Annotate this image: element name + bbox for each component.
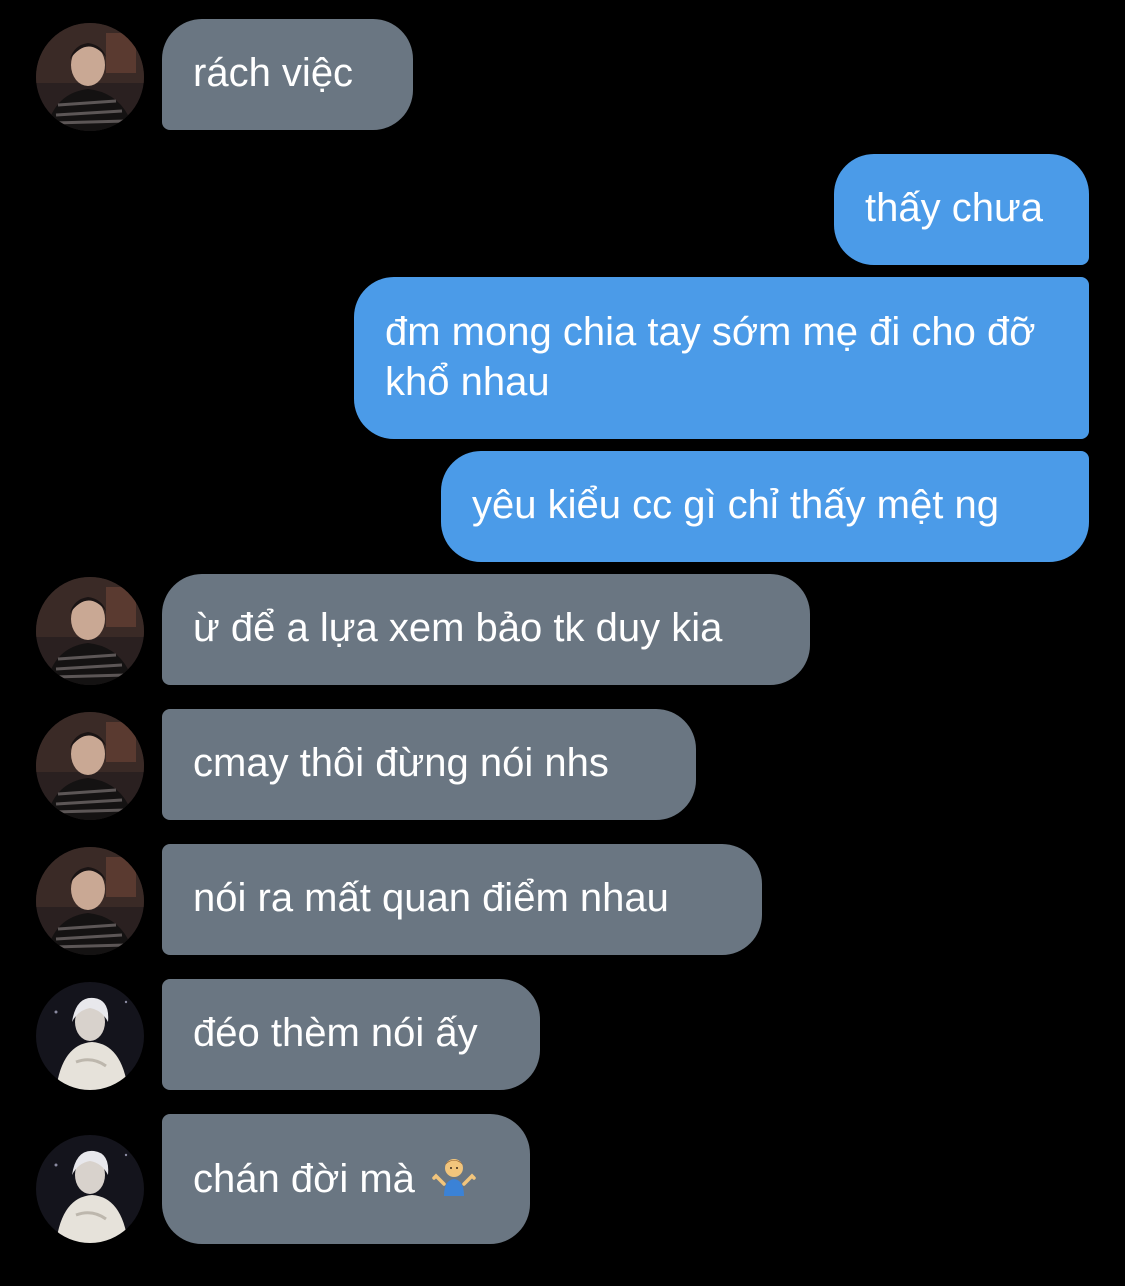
message-bubble[interactable]: cmay thôi đừng nói nhs [162,709,696,820]
message-text: rách việc [193,51,354,95]
man-shrugging-emoji-icon [432,1154,476,1210]
message-text: đm mong chia tay sớm mẹ đi cho đỡ khổ nh… [385,310,1036,404]
avatar-contact-b[interactable] [36,982,144,1090]
message-bubble[interactable]: chán đời mà [162,1114,530,1244]
message-text: cmay thôi đừng nói nhs [193,741,609,785]
avatar-contact-a[interactable] [36,712,144,820]
message-text: thấy chưa [865,186,1043,230]
avatar-contact-a[interactable] [36,577,144,685]
message-text: đéo thèm nói ấy [193,1011,478,1055]
message-bubble[interactable]: đm mong chia tay sớm mẹ đi cho đỡ khổ nh… [354,277,1089,439]
message-bubble[interactable]: thấy chưa [834,154,1089,265]
message-text: nói ra mất quan điểm nhau [193,876,669,920]
message-text: yêu kiểu cc gì chỉ thấy mệt ng [472,483,999,527]
message-bubble[interactable]: ừ để a lựa xem bảo tk duy kia [162,574,810,685]
avatar-contact-a[interactable] [36,847,144,955]
message-bubble[interactable]: rách việc [162,19,413,130]
message-text: ừ để a lựa xem bảo tk duy kia [193,606,723,650]
message-bubble[interactable]: yêu kiểu cc gì chỉ thấy mệt ng [441,451,1089,562]
message-bubble[interactable]: đéo thèm nói ấy [162,979,540,1090]
avatar-contact-b[interactable] [36,1135,144,1243]
avatar-contact-a[interactable] [36,23,144,131]
message-text: chán đời mà [193,1157,415,1201]
message-bubble[interactable]: nói ra mất quan điểm nhau [162,844,762,955]
